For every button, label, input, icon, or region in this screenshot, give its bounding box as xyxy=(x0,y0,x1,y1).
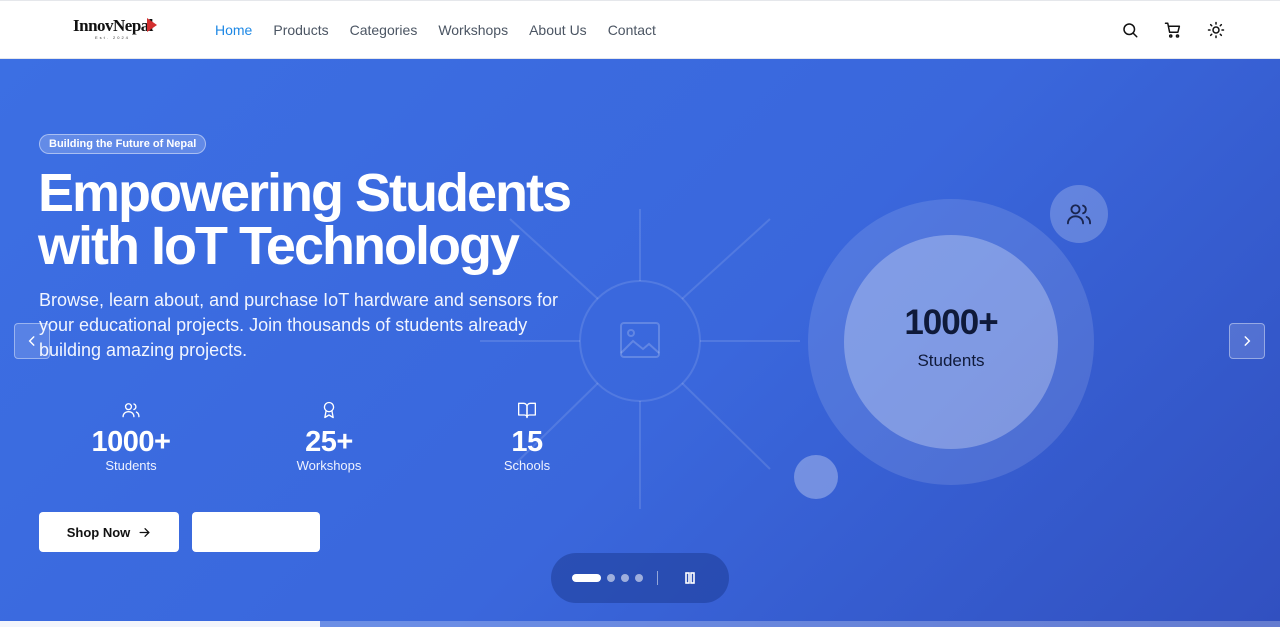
feature-circle: 1000+ Students xyxy=(844,235,1058,449)
brand-logo[interactable]: InnovNepal Est. 2024 xyxy=(73,16,159,42)
carousel-dot-4[interactable] xyxy=(635,574,643,582)
brand-tagline: Est. 2024 xyxy=(95,35,130,40)
award-icon xyxy=(323,401,335,419)
next-slide-button[interactable] xyxy=(1229,323,1265,359)
stat-value: 15 xyxy=(511,426,543,458)
stat-label: Workshops xyxy=(296,458,362,473)
nav-workshops[interactable]: Workshops xyxy=(438,22,508,38)
theme-toggle-icon[interactable] xyxy=(1207,21,1225,39)
headline-line-1: Empowering Students xyxy=(38,163,572,223)
carousel-dot-1[interactable] xyxy=(572,574,601,582)
brand-name: InnovNepal xyxy=(73,16,154,35)
controls-divider xyxy=(657,571,658,585)
carousel-dot-2[interactable] xyxy=(607,574,615,582)
hero-badge: Building the Future of Nepal xyxy=(39,134,207,154)
hero-description: Browse, learn about, and purchase IoT ha… xyxy=(39,290,558,360)
secondary-button[interactable] xyxy=(192,512,320,552)
stat-students: 1000+ Students xyxy=(71,400,191,473)
nav-products[interactable]: Products xyxy=(273,22,328,38)
arrow-right-icon xyxy=(139,527,150,537)
shop-now-button[interactable]: Shop Now xyxy=(39,512,179,552)
stat-label: Schools xyxy=(503,458,551,473)
carousel-dot-3[interactable] xyxy=(621,574,629,582)
decorative-dot xyxy=(794,455,838,499)
carousel-progress-track xyxy=(0,621,1280,627)
carousel-progress-fill xyxy=(0,621,320,627)
nav-about-us[interactable]: About Us xyxy=(529,22,587,38)
stat-value: 25+ xyxy=(305,426,353,458)
users-badge xyxy=(1050,185,1108,243)
chevron-right-icon xyxy=(1244,336,1251,346)
nav-contact[interactable]: Contact xyxy=(608,22,656,38)
main-nav: Home Products Categories Workshops About… xyxy=(215,22,656,38)
previous-slide-button[interactable] xyxy=(14,323,50,359)
nav-home[interactable]: Home xyxy=(215,22,252,38)
chevron-left-icon xyxy=(28,336,35,346)
flag-icon xyxy=(147,18,157,32)
stat-workshops: 25+ Workshops xyxy=(269,400,389,473)
book-icon xyxy=(518,402,536,419)
hero-carousel: Building the Future of Nepal Empowering … xyxy=(0,59,1280,627)
feature-label: Students xyxy=(917,351,985,370)
feature-value: 1000+ xyxy=(904,303,998,342)
stat-label: Students xyxy=(105,458,157,473)
hero-headline: Empowering Students with IoT Technology xyxy=(38,166,598,276)
search-icon[interactable] xyxy=(1121,21,1139,39)
stat-value: 1000+ xyxy=(91,426,171,458)
pause-icon[interactable] xyxy=(683,571,697,585)
headline-line-2: with IoT Technology xyxy=(38,216,520,276)
nav-categories[interactable]: Categories xyxy=(350,22,418,38)
stat-schools: 15 Schools xyxy=(467,400,587,473)
cart-icon[interactable] xyxy=(1164,21,1182,39)
site-header: InnovNepal Est. 2024 Home Products Categ… xyxy=(0,0,1280,59)
users-icon xyxy=(1066,204,1092,225)
users-icon xyxy=(122,403,140,418)
shop-now-label: Shop Now xyxy=(66,524,131,540)
